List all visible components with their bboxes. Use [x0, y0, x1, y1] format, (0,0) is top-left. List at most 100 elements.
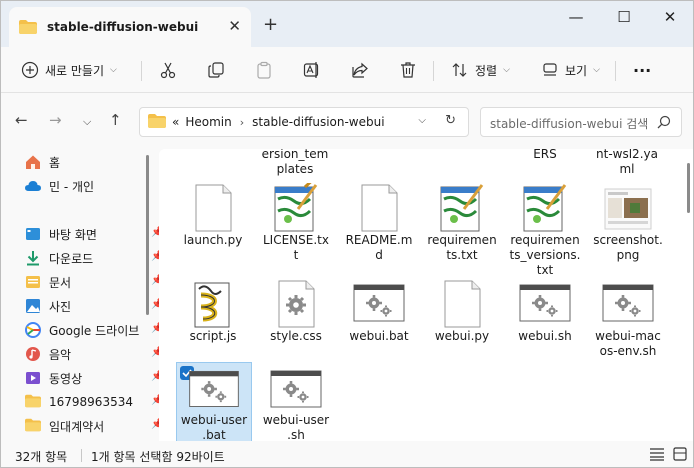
- new-tab-button[interactable]: +: [263, 14, 278, 35]
- tab-stable-diffusion-webui[interactable]: stable-diffusion-webui ✕: [9, 7, 251, 47]
- sidebar-item-label: 16798963534: [49, 395, 133, 409]
- view-label: 보기: [565, 63, 588, 78]
- document-icon: [25, 274, 41, 290]
- sidebar-item-label: 임대계약서: [49, 419, 105, 434]
- large-icons-view-button[interactable]: [673, 447, 687, 464]
- home-icon: [25, 154, 41, 170]
- file-name: webui-user .sh: [262, 413, 330, 441]
- more-options-button[interactable]: ···: [633, 57, 651, 83]
- sidebar-item-label: 사진: [49, 299, 72, 314]
- sort-button[interactable]: 정렬 ⌵: [451, 57, 510, 83]
- delete-button[interactable]: [399, 57, 417, 83]
- file-name: requiremen ts_versions. txt: [509, 233, 581, 277]
- chevron-down-icon: ⌵: [593, 65, 600, 75]
- breadcrumb-heomin[interactable]: Heomin: [185, 115, 231, 129]
- file-item[interactable]: ersion_tem plates: [257, 149, 333, 177]
- file-item[interactable]: ERS: [507, 149, 583, 162]
- tab-close-button[interactable]: ✕: [228, 17, 241, 35]
- file-item-webui-user-bat[interactable]: webui-user .bat: [176, 362, 252, 441]
- copy-button[interactable]: [207, 57, 225, 83]
- sort-label: 정렬: [475, 63, 498, 78]
- blank-file-icon: [341, 183, 417, 233]
- file-item-requirements[interactable]: requiremen ts.txt: [424, 183, 500, 263]
- command-bar: 새로 만들기 ⌵ 정렬 ⌵ 보기 ⌵ ···: [1, 47, 693, 93]
- pin-icon: 📌: [151, 323, 159, 334]
- sidebar-item-home[interactable]: 홈: [25, 151, 153, 173]
- breadcrumb-overflow[interactable]: «: [172, 115, 179, 129]
- up-button[interactable]: ↑: [109, 111, 122, 129]
- sidebar-item-videos[interactable]: 동영상 📌: [25, 367, 159, 389]
- file-item[interactable]: nt-wsl2.ya ml: [589, 149, 665, 177]
- notepad-file-icon: [424, 183, 500, 233]
- pin-icon: 📌: [151, 275, 159, 286]
- file-item-launch-py[interactable]: launch.py: [175, 183, 251, 248]
- sidebar-item-documents[interactable]: 문서 📌: [25, 271, 159, 293]
- blank-file-icon: [424, 279, 500, 329]
- forward-button[interactable]: →: [49, 111, 62, 129]
- new-button[interactable]: 새로 만들기 ⌵: [21, 57, 117, 83]
- clipboard-icon: [255, 61, 273, 79]
- close-button[interactable]: ✕: [647, 5, 693, 31]
- music-icon: [25, 346, 41, 362]
- sidebar-item-downloads[interactable]: 다운로드 📌: [25, 247, 159, 269]
- file-list-scrollbar[interactable]: [687, 163, 690, 213]
- address-bar[interactable]: « Heomin › stable-diffusion-webui ⌵ ↻: [139, 107, 469, 137]
- file-item-script-js[interactable]: script.js: [175, 279, 251, 344]
- sidebar-item-folder[interactable]: 16798963534 📌: [25, 391, 159, 413]
- sidebar-item-music[interactable]: 음악 📌: [25, 343, 159, 365]
- sort-icon: [451, 61, 469, 79]
- file-item-requirements-versions[interactable]: requiremen ts_versions. txt: [507, 183, 583, 278]
- file-explorer-window: stable-diffusion-webui ✕ + — ☐ ✕ 새로 만들기 …: [0, 0, 694, 468]
- batch-file-icon: [507, 279, 583, 329]
- pin-icon: 📌: [151, 227, 159, 238]
- file-item-screenshot[interactable]: screenshot. png: [590, 183, 666, 263]
- share-button[interactable]: [351, 57, 369, 83]
- script-file-icon: [175, 279, 251, 329]
- back-button[interactable]: ←: [15, 111, 28, 129]
- gear-file-icon: [258, 279, 334, 329]
- sidebar-item-google-drive[interactable]: Google 드라이브 📌: [25, 319, 159, 341]
- file-item-webui-user-sh[interactable]: webui-user .sh: [258, 363, 334, 441]
- rename-button[interactable]: [303, 57, 321, 83]
- status-divider: [81, 449, 82, 462]
- navigation-pane: 홈 민 - 개인 바탕 화면 📌 다운로드 📌 문서: [1, 149, 159, 441]
- sidebar-item-folder[interactable]: 임대계약서 📌: [25, 415, 159, 437]
- file-item-webui-sh[interactable]: webui.sh: [507, 279, 583, 344]
- file-name: nt-wsl2.ya ml: [596, 149, 658, 176]
- file-item-webui-py[interactable]: webui.py: [424, 279, 500, 344]
- minimize-button[interactable]: —: [553, 5, 599, 31]
- file-item-style-css[interactable]: style.css: [258, 279, 334, 344]
- file-name: screenshot. png: [593, 233, 663, 262]
- details-view-button[interactable]: [649, 447, 665, 464]
- tab-title: stable-diffusion-webui: [47, 20, 199, 34]
- batch-file-icon: [258, 363, 334, 413]
- sidebar-item-desktop[interactable]: 바탕 화면 📌: [25, 223, 159, 245]
- recent-locations-button[interactable]: ⌵: [83, 115, 91, 129]
- sidebar-item-pictures[interactable]: 사진 📌: [25, 295, 159, 317]
- sidebar-scrollbar[interactable]: [146, 155, 149, 315]
- address-dropdown-button[interactable]: ⌵: [418, 115, 426, 126]
- batch-file-icon: [590, 279, 666, 329]
- paste-button[interactable]: [255, 57, 273, 83]
- sidebar-item-onedrive[interactable]: 민 - 개인: [25, 175, 153, 197]
- file-item-webui-bat[interactable]: webui.bat: [341, 279, 417, 344]
- rename-icon: [303, 61, 321, 79]
- file-name: webui.py: [434, 329, 490, 343]
- search-box[interactable]: stable-diffusion-webui 검색: [480, 107, 682, 137]
- file-name: webui-mac os-env.sh: [595, 329, 661, 358]
- pin-icon: 📌: [151, 419, 159, 430]
- cut-button[interactable]: [159, 57, 177, 83]
- file-item-readme[interactable]: README.m d: [341, 183, 417, 263]
- file-item-webui-macos-env[interactable]: webui-mac os-env.sh: [590, 279, 666, 359]
- refresh-button[interactable]: ↻: [445, 113, 456, 128]
- folder-icon: [148, 113, 166, 131]
- search-input[interactable]: stable-diffusion-webui 검색: [490, 115, 648, 132]
- maximize-button[interactable]: ☐: [601, 5, 647, 31]
- pin-icon: 📌: [151, 395, 159, 406]
- breadcrumb-current[interactable]: stable-diffusion-webui: [252, 115, 384, 129]
- file-item-license[interactable]: LICENSE.tx t: [258, 175, 334, 263]
- folder-icon: [25, 394, 41, 410]
- view-button[interactable]: 보기 ⌵: [541, 57, 600, 83]
- sidebar-item-label: 동영상: [49, 371, 83, 386]
- file-name: webui-user .bat: [180, 413, 248, 441]
